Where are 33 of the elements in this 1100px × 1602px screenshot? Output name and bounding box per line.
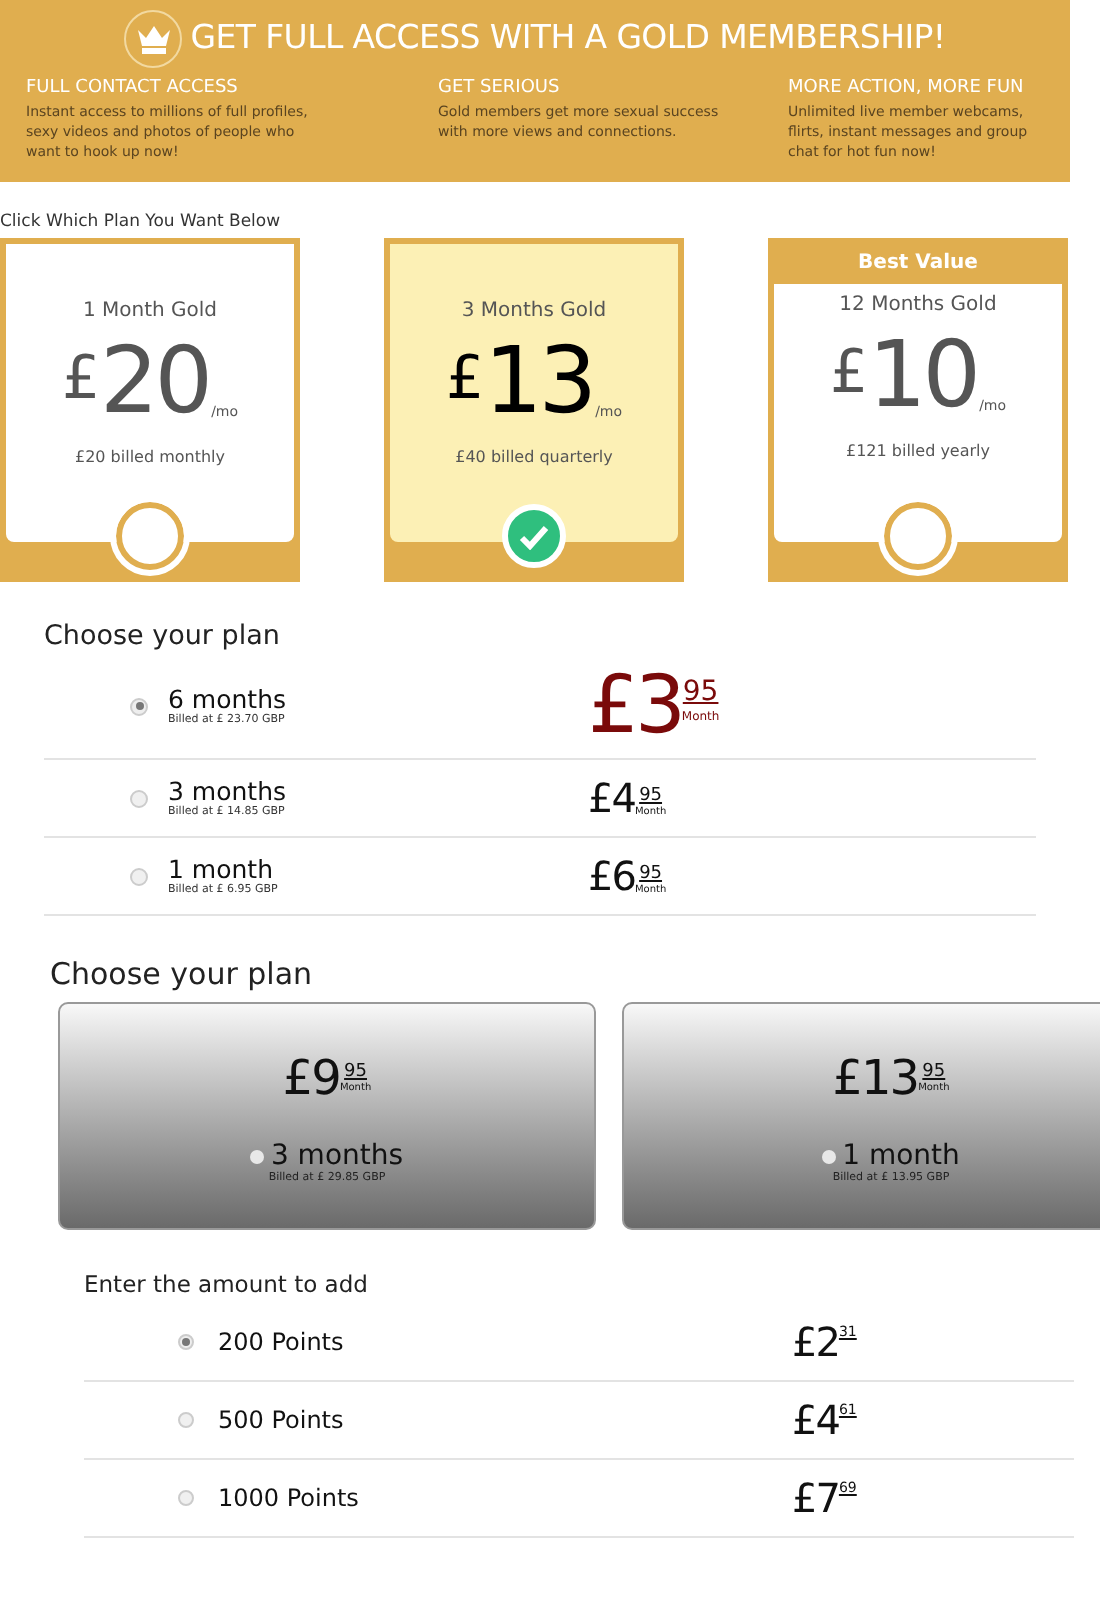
- plan-name: 3 Months Gold: [461, 298, 607, 326]
- crown-icon: [124, 10, 183, 68]
- billing-text: £40 billed quarterly: [455, 446, 613, 470]
- option-label: 3 months: [270, 1140, 404, 1172]
- option-label: 3 months: [168, 777, 289, 805]
- option-label: 500 Points: [218, 1404, 346, 1438]
- option-label: 1000 Points: [218, 1482, 361, 1516]
- check-icon[interactable]: [502, 504, 566, 568]
- plan-name: 12 Months Gold: [839, 292, 997, 320]
- plan-name: 1 Month Gold: [82, 298, 218, 326]
- option-label: 200 Points: [218, 1326, 346, 1360]
- banner-title: GET FULL ACCESS WITH A GOLD MEMBERSHIP!: [190, 16, 946, 61]
- section-heading: Choose your plan: [50, 956, 315, 992]
- best-value-label: Best Value: [858, 250, 978, 278]
- option-label: 1 month: [842, 1140, 960, 1172]
- radio-button[interactable]: [822, 1149, 837, 1163]
- billing-text: £121 billed yearly: [846, 440, 990, 464]
- radio-button[interactable]: [178, 1490, 194, 1506]
- option-label: 1 month: [168, 855, 275, 883]
- plan-prompt: Click Which Plan You Want Below: [0, 210, 283, 234]
- radio-button[interactable]: [130, 789, 148, 807]
- feature-heading: MORE ACTION, MORE FUN: [788, 76, 1026, 100]
- radio-button[interactable]: [178, 1334, 194, 1350]
- section-heading: Enter the amount to add: [84, 1268, 370, 1300]
- feature-heading: GET SERIOUS: [438, 76, 562, 100]
- radio-button[interactable]: [178, 1412, 194, 1428]
- radio-button[interactable]: [250, 1149, 265, 1163]
- radio-button[interactable]: [130, 867, 148, 885]
- billing-text: £20 billed monthly: [74, 446, 226, 470]
- radio-button[interactable]: [130, 697, 148, 715]
- feature-heading: FULL CONTACT ACCESS: [26, 76, 240, 100]
- option-label: 6 months: [168, 685, 289, 713]
- section-heading: Choose your plan: [44, 618, 282, 654]
